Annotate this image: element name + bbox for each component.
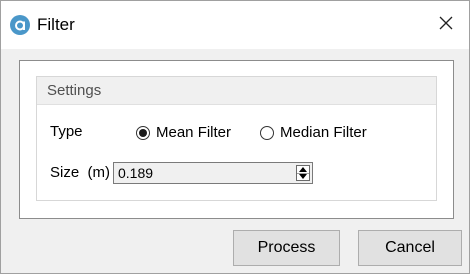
app-logo-icon bbox=[10, 15, 30, 35]
window-title: Filter bbox=[37, 15, 75, 34]
radio-mean-filter[interactable]: Mean Filter bbox=[136, 124, 231, 142]
radio-mean-filter-label: Mean Filter bbox=[156, 124, 232, 141]
radio-mean-filter-indicator bbox=[136, 126, 150, 140]
type-label: Type bbox=[50, 123, 83, 140]
radio-median-filter[interactable]: Median Filter bbox=[260, 124, 367, 142]
process-button[interactable]: Process bbox=[233, 230, 340, 266]
close-icon bbox=[439, 16, 453, 34]
title-bar: Filter bbox=[1, 1, 469, 49]
size-spin-buttons bbox=[296, 165, 310, 181]
settings-title: Settings bbox=[47, 82, 102, 99]
radio-selected-dot bbox=[139, 129, 147, 137]
size-label: Size (m) bbox=[50, 164, 110, 181]
close-button[interactable] bbox=[423, 1, 469, 49]
size-input[interactable] bbox=[114, 163, 292, 183]
arrow-down-icon bbox=[299, 174, 307, 179]
filter-dialog: Filter Settings Type Mean Filter Median … bbox=[0, 0, 470, 274]
radio-median-filter-indicator bbox=[260, 126, 274, 140]
cancel-button[interactable]: Cancel bbox=[358, 230, 462, 266]
settings-header: Settings bbox=[37, 77, 436, 105]
spin-down-button[interactable] bbox=[297, 173, 309, 180]
arrow-up-icon bbox=[299, 167, 307, 172]
radio-median-filter-label: Median Filter bbox=[280, 124, 367, 141]
size-spinbox bbox=[113, 162, 313, 184]
dialog-content: Settings bbox=[19, 60, 454, 219]
